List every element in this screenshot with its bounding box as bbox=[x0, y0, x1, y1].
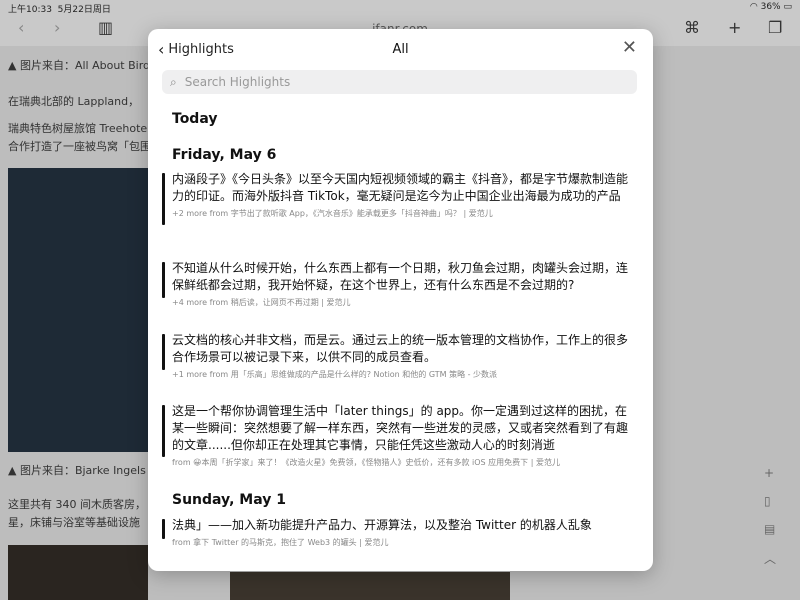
highlight-item[interactable]: 这是一个帮你协调管理生活中「later things」的 app。你一定遇到过这… bbox=[162, 403, 637, 468]
bg-line-2: 瑞典特色树屋旅馆 Treehote bbox=[8, 122, 148, 135]
bg-line-3: 合作打造了一座被鸟窝「包围 bbox=[8, 140, 151, 153]
highlights-modal: ‹ Highlights All ✕ ⌕ Today Friday, May 6… bbox=[148, 29, 653, 571]
highlight-bar bbox=[162, 173, 165, 225]
highlight-item[interactable]: 不知道从什么时候开始，什么东西上都有一个日期，秋刀鱼会过期，肉罐头会过期，连保鲜… bbox=[162, 260, 637, 308]
command-icon[interactable]: ⌘ bbox=[684, 18, 700, 37]
section-today: Today bbox=[172, 111, 218, 127]
bg-photo-2 bbox=[8, 545, 148, 600]
modal-header: ‹ Highlights All ✕ bbox=[148, 29, 653, 69]
highlight-source[interactable]: +4 more from 稍后读，让网页不再过期 | 爱范儿 bbox=[172, 297, 637, 308]
highlight-source[interactable]: from 拿下 Twitter 的马斯克，抱住了 Web3 的罐头 | 爱范儿 bbox=[172, 537, 637, 548]
plus-icon[interactable]: + bbox=[764, 466, 774, 480]
bg-line-1: 在瑞典北部的 Lappland， bbox=[8, 95, 140, 108]
highlight-item[interactable]: 云文档的核心并非文档，而是云。通过云上的统一版本管理的文档协作，工作上的很多合作… bbox=[162, 332, 637, 380]
highlight-source[interactable]: +1 more from 用「乐高」思维做成的产品是什么样的? Notion 和… bbox=[172, 369, 637, 380]
tabs-icon[interactable]: ❐ bbox=[768, 18, 782, 37]
highlight-item[interactable]: 内涵段子》《今日头条》以至今天国内短视频领域的霸主《抖音》，都是字节爆款制造能力… bbox=[162, 171, 637, 225]
search-input[interactable] bbox=[182, 74, 607, 90]
bg-line-5: 星，床铺与浴室等基础设施 bbox=[8, 516, 140, 529]
highlight-source[interactable]: +2 more from 字节出了款听歌 App，《汽水音乐》能承载更多「抖音神… bbox=[172, 208, 637, 219]
highlight-text: 这是一个帮你协调管理生活中「later things」的 app。你一定遇到过这… bbox=[172, 404, 629, 452]
modal-title: All bbox=[392, 42, 409, 57]
search-bar[interactable]: ⌕ bbox=[162, 70, 637, 94]
new-tab-icon[interactable]: + bbox=[728, 18, 741, 37]
highlight-text: 法典」——加入新功能提升产品力、开源算法，以及整治 Twitter 的机器人乱象 bbox=[172, 518, 592, 532]
battery-label: 36% bbox=[760, 2, 781, 12]
wifi-icon: ◠ bbox=[749, 2, 758, 12]
search-icon: ⌕ bbox=[170, 74, 177, 89]
highlight-bar bbox=[162, 405, 165, 457]
highlight-text: 云文档的核心并非文档，而是云。通过云上的统一版本管理的文档协作，工作上的很多合作… bbox=[172, 333, 629, 364]
battery-icon: ▭ bbox=[783, 2, 792, 12]
status-bar: 上午10:33 5月22日周日 ◠ 36% ▭ bbox=[0, 0, 800, 15]
bg-line-4: 这里共有 340 间木质客房， bbox=[8, 498, 146, 511]
bg-photo-1 bbox=[8, 168, 148, 452]
highlight-bar bbox=[162, 262, 165, 298]
bg-caption-1: ▲ 图片来自：All About Birds bbox=[8, 59, 156, 72]
status-right: ◠ 36% ▭ bbox=[750, 2, 792, 12]
bg-photo-3 bbox=[230, 572, 510, 600]
highlight-bar bbox=[162, 519, 165, 539]
close-icon[interactable]: ✕ bbox=[622, 37, 637, 58]
forward-arrow-icon[interactable]: › bbox=[54, 18, 60, 37]
highlight-text: 不知道从什么时候开始，什么东西上都有一个日期，秋刀鱼会过期，肉罐头会过期，连保鲜… bbox=[172, 261, 629, 292]
highlight-bar bbox=[162, 334, 165, 370]
section-sunday-may-1: Sunday, May 1 bbox=[172, 492, 286, 508]
keyboard-icon[interactable]: ▤ bbox=[764, 522, 775, 536]
chevron-up-icon[interactable]: ︿ bbox=[764, 550, 776, 567]
highlight-source[interactable]: from 😀本周「折学家」来了！《改造火星》免费领，《怪物猎人》史低价，还有多款… bbox=[172, 457, 637, 468]
highlight-item[interactable]: 法典」——加入新功能提升产品力、开源算法，以及整治 Twitter 的机器人乱象… bbox=[162, 517, 637, 548]
highlight-text: 内涵段子》《今日头条》以至今天国内短视频领域的霸主《抖音》，都是字节爆款制造能力… bbox=[172, 172, 629, 203]
back-arrow-icon[interactable]: ‹ bbox=[18, 18, 24, 37]
section-friday-may-6: Friday, May 6 bbox=[172, 147, 277, 163]
phone-icon[interactable]: ▯ bbox=[764, 494, 771, 508]
reading-list-icon[interactable]: ▥ bbox=[98, 18, 113, 37]
